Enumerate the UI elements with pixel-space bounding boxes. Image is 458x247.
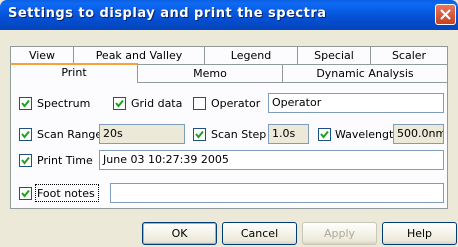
- scan-range-checkbox[interactable]: [19, 128, 32, 141]
- grid-data-label: Grid data: [131, 97, 183, 110]
- tab-print[interactable]: Print: [10, 63, 138, 83]
- ok-button[interactable]: OK: [142, 222, 217, 245]
- checkmark-icon: [21, 130, 30, 139]
- scan-range-label: Scan Range: [37, 128, 103, 141]
- scan-range-field: 20s: [99, 124, 185, 144]
- wavelength-field: 500.0nm: [393, 124, 444, 144]
- help-button[interactable]: Help: [382, 222, 457, 245]
- grid-data-checkbox[interactable]: [113, 97, 126, 110]
- close-icon: [440, 9, 451, 20]
- scan-step-label: Scan Step: [211, 128, 267, 141]
- checkmark-icon: [115, 99, 124, 108]
- window-title: Settings to display and print the spectr…: [8, 6, 327, 21]
- print-time-input[interactable]: June 03 10:27:39 2005: [99, 150, 444, 170]
- operator-label: Operator: [211, 97, 261, 110]
- operator-checkbox[interactable]: [193, 97, 206, 110]
- print-time-checkbox[interactable]: [19, 154, 32, 167]
- cancel-button[interactable]: Cancel: [222, 222, 297, 245]
- spectrum-label: Spectrum: [37, 97, 91, 110]
- tab-scaler[interactable]: Scaler: [370, 46, 448, 64]
- tab-special[interactable]: Special: [297, 46, 371, 64]
- checkmark-icon: [320, 130, 329, 139]
- spectrum-checkbox[interactable]: [19, 97, 32, 110]
- operator-input[interactable]: Operator: [268, 93, 444, 113]
- foot-notes-input[interactable]: [110, 183, 444, 203]
- wavelength-checkbox[interactable]: [318, 128, 331, 141]
- checkmark-icon: [21, 99, 30, 108]
- checkmark-icon: [21, 189, 30, 198]
- title-bar[interactable]: Settings to display and print the spectr…: [0, 0, 458, 30]
- settings-dialog: Settings to display and print the spectr…: [0, 0, 458, 247]
- checkmark-icon: [21, 156, 30, 165]
- print-tab-panel: Spectrum Grid data Operator Operator Sca…: [10, 82, 448, 209]
- print-time-label: Print Time: [37, 154, 93, 167]
- wavelength-label: Wavelength: [335, 128, 401, 141]
- tab-dynamic-analysis[interactable]: Dynamic Analysis: [282, 64, 448, 82]
- checkmark-icon: [195, 130, 204, 139]
- tab-legend[interactable]: Legend: [204, 46, 298, 64]
- apply-button[interactable]: Apply: [302, 222, 377, 245]
- foot-notes-checkbox[interactable]: [19, 187, 32, 200]
- tab-view[interactable]: View: [10, 46, 74, 64]
- scan-step-field: 1.0s: [268, 124, 309, 144]
- focus-rectangle: [35, 184, 99, 202]
- tab-memo[interactable]: Memo: [137, 64, 283, 82]
- close-button[interactable]: [435, 4, 456, 25]
- tab-peak-and-valley[interactable]: Peak and Valley: [73, 46, 205, 64]
- scan-step-checkbox[interactable]: [193, 128, 206, 141]
